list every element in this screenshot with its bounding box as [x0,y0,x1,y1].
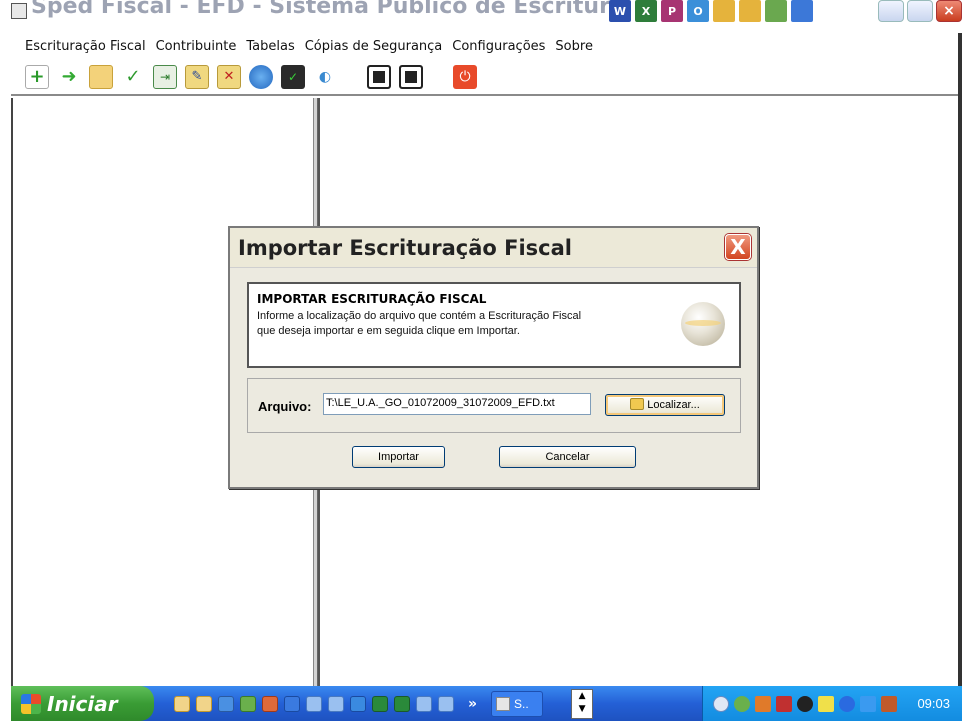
toolbar: + ➜ ✓ ⇥ ✎ ✕ ✓ ◐ ⏻ [11,59,962,96]
description-line-2: que deseja importar e em seguida clique … [257,325,520,337]
document-icon[interactable] [196,695,212,712]
tray-alert-icon[interactable] [776,695,792,712]
tray-messenger-icon[interactable] [839,695,855,712]
excel-icon[interactable] [394,695,410,712]
cancel-button[interactable]: Cancelar [499,446,636,468]
quick-launch-bar [174,695,454,712]
office-shortcut-bar: W X P O [609,0,813,22]
app-window-icon [496,696,511,711]
menu-configuracoes[interactable]: Configurações [452,39,545,54]
media-icon[interactable] [262,695,278,712]
tray-expand-icon[interactable] [713,695,729,712]
window-border [958,33,962,688]
browser-icon[interactable] [765,0,787,22]
menu-copias-de-seguranca[interactable]: Cópias de Segurança [305,39,443,54]
tray-security-icon[interactable] [755,695,771,712]
tray-printer-icon[interactable] [881,695,897,712]
taskbar-app-label: S.. [514,696,529,711]
excel-icon[interactable]: X [635,0,657,22]
windows-logo-icon [21,693,41,714]
app-icon [11,3,27,19]
browser-icon[interactable] [218,695,234,712]
menu-escrituracao-fiscal[interactable]: Escrituração Fiscal [25,39,146,54]
delete-icon[interactable]: ✕ [217,64,241,89]
taskbar-app-button[interactable]: S.. [491,690,544,717]
new-icon[interactable]: + [25,64,49,89]
tray-network-icon[interactable] [734,695,750,712]
open-folder-icon[interactable] [89,64,113,89]
tray-vc-icon[interactable] [818,695,834,712]
web-icon[interactable] [249,64,273,89]
sped-logo-icon [681,302,725,346]
locate-button[interactable]: Localizar... [605,394,725,416]
excel-icon[interactable] [372,695,388,712]
taskbar: Iniciar » S.. ▲ ▼ 09:03 [11,686,962,721]
transmit-icon[interactable]: ◐ [313,65,337,89]
taskbar-scroll[interactable]: ▲ ▼ [571,688,594,719]
remote-desktop-icon[interactable] [438,695,454,712]
window-controls: × [878,0,962,22]
import-button[interactable]: Importar [352,446,445,468]
start-label: Iniciar [47,691,118,716]
dialog-info-panel: IMPORTAR ESCRITURAÇÃO FISCAL Informe a l… [247,282,741,368]
dialog-close-button[interactable]: X [725,234,751,260]
network-icon[interactable] [240,695,256,712]
validate-check-icon[interactable]: ✓ [121,65,145,89]
close-button[interactable]: × [936,0,962,22]
sign-icon[interactable]: ✓ [281,64,305,89]
tray-monitor-icon[interactable] [860,695,876,712]
remote-desktop-icon[interactable] [306,695,322,712]
menu-bar: Escrituração Fiscal Contribuinte Tabelas… [11,33,962,59]
file-path-input[interactable]: T:\LE_U.A._GO_01072009_31072009_EFD.txt [323,393,591,415]
menu-contribuinte[interactable]: Contribuinte [156,39,237,54]
menu-sobre[interactable]: Sobre [555,39,593,54]
system-tray: 09:03 [702,686,962,721]
folder-icon[interactable] [174,695,190,712]
folder-icon[interactable] [713,0,735,22]
word-icon[interactable]: W [609,0,631,22]
maximize-button[interactable] [907,0,933,22]
start-button[interactable]: Iniciar [11,686,154,721]
minimize-button[interactable] [878,0,904,22]
file-selection-group: Arquivo: T:\LE_U.A._GO_01072009_31072009… [247,378,741,433]
edit-icon[interactable]: ✎ [185,64,209,89]
description-line-1: Informe a localização do arquivo que con… [257,310,582,322]
import-icon[interactable]: ➜ [57,65,81,89]
locate-button-label: Localizar... [647,399,700,411]
window-titlebar: Sped Fiscal - EFD - Sistema Público de E… [11,0,962,33]
remote-desktop-icon[interactable] [416,695,432,712]
dialog-titlebar: Importar Escrituração Fiscal X [230,228,757,268]
backup-save-icon[interactable] [367,64,391,89]
dialog-title: Importar Escrituração Fiscal [238,236,572,260]
dialog-description: Informe a localização do arquivo que con… [257,309,677,339]
search-folder-icon [630,398,645,410]
menu-tabelas[interactable]: Tabelas [246,39,294,54]
messenger-icon[interactable] [284,695,300,712]
clock: 09:03 [917,696,950,711]
exit-power-icon[interactable]: ⏻ [453,64,477,89]
settings-icon[interactable] [791,0,813,22]
tray-media-icon[interactable] [797,695,813,712]
import-dialog: Importar Escrituração Fiscal X IMPORTAR … [228,226,759,489]
more-chevron-icon[interactable]: » [468,696,477,712]
export-icon[interactable]: ⇥ [153,64,177,89]
restore-save-icon[interactable] [399,64,423,89]
powerpoint-icon[interactable]: P [661,0,683,22]
dialog-header: IMPORTAR ESCRITURAÇÃO FISCAL [257,292,487,306]
file-label: Arquivo: [258,399,312,414]
ie-icon[interactable] [350,695,366,712]
remote-desktop-icon[interactable] [328,695,344,712]
outlook-icon[interactable]: O [687,0,709,22]
open-folder-icon[interactable] [739,0,761,22]
window-title: Sped Fiscal - EFD - Sistema Público de E… [31,0,694,19]
